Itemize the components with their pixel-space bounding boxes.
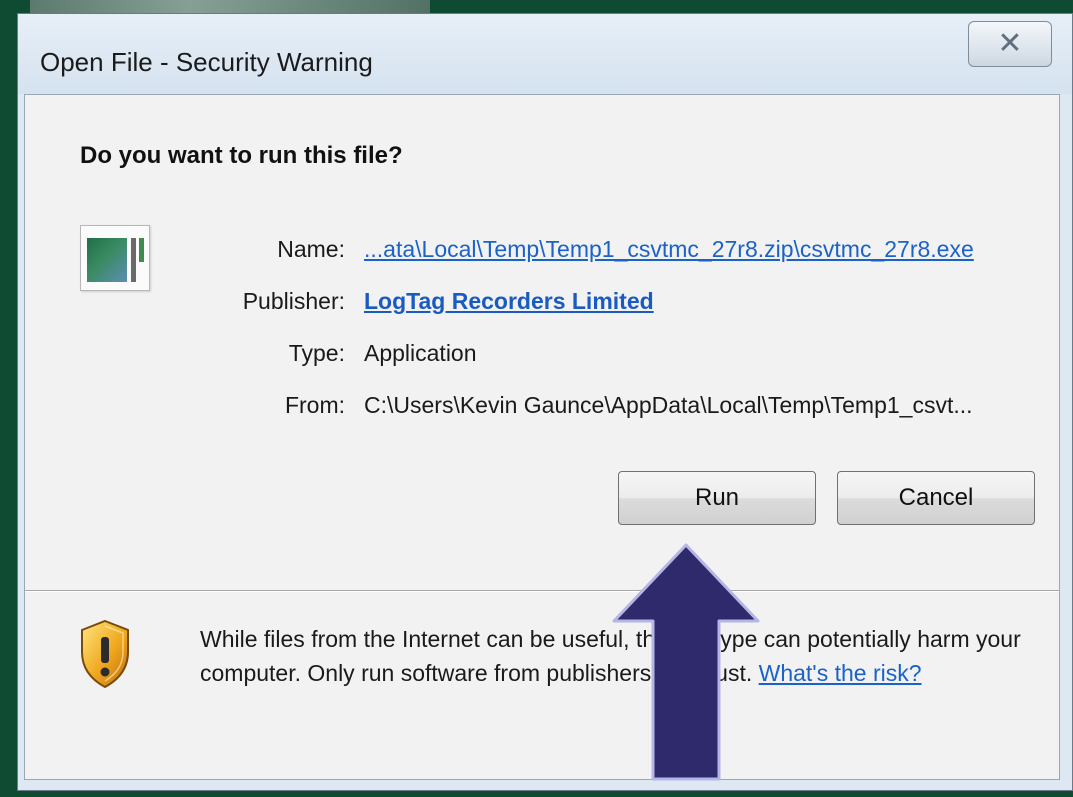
- title-bar: Open File - Security Warning ✕: [18, 14, 1072, 94]
- publisher-link[interactable]: LogTag Recorders Limited: [364, 288, 654, 314]
- close-button[interactable]: ✕: [968, 21, 1052, 67]
- security-warning-dialog: Open File - Security Warning ✕ Do you wa…: [17, 13, 1073, 791]
- from-label: From:: [284, 392, 345, 418]
- dialog-question: Do you want to run this file?: [80, 142, 403, 169]
- file-name-link[interactable]: ...ata\Local\Temp\Temp1_csvtmc_27r8.zip\…: [364, 236, 974, 262]
- publisher-label: Publisher:: [242, 288, 345, 314]
- window-title: Open File - Security Warning: [40, 47, 373, 77]
- arrow-up-icon: [612, 543, 760, 781]
- cancel-button[interactable]: Cancel: [837, 471, 1035, 525]
- run-button[interactable]: Run: [618, 471, 816, 525]
- name-value[interactable]: ...ata\Local\Temp\Temp1_csvtmc_27r8.zip\…: [364, 236, 974, 263]
- name-label: Name:: [277, 236, 345, 262]
- publisher-value[interactable]: LogTag Recorders Limited: [364, 288, 654, 315]
- type-value: Application: [364, 340, 477, 366]
- whats-the-risk-link[interactable]: What's the risk?: [759, 660, 922, 686]
- background-window-edge: [30, 0, 430, 14]
- type-label: Type:: [288, 340, 345, 366]
- from-value: C:\Users\Kevin Gaunce\AppData\Local\Temp…: [364, 392, 973, 418]
- shield-warning-icon: [81, 619, 129, 689]
- close-icon: ✕: [997, 27, 1023, 60]
